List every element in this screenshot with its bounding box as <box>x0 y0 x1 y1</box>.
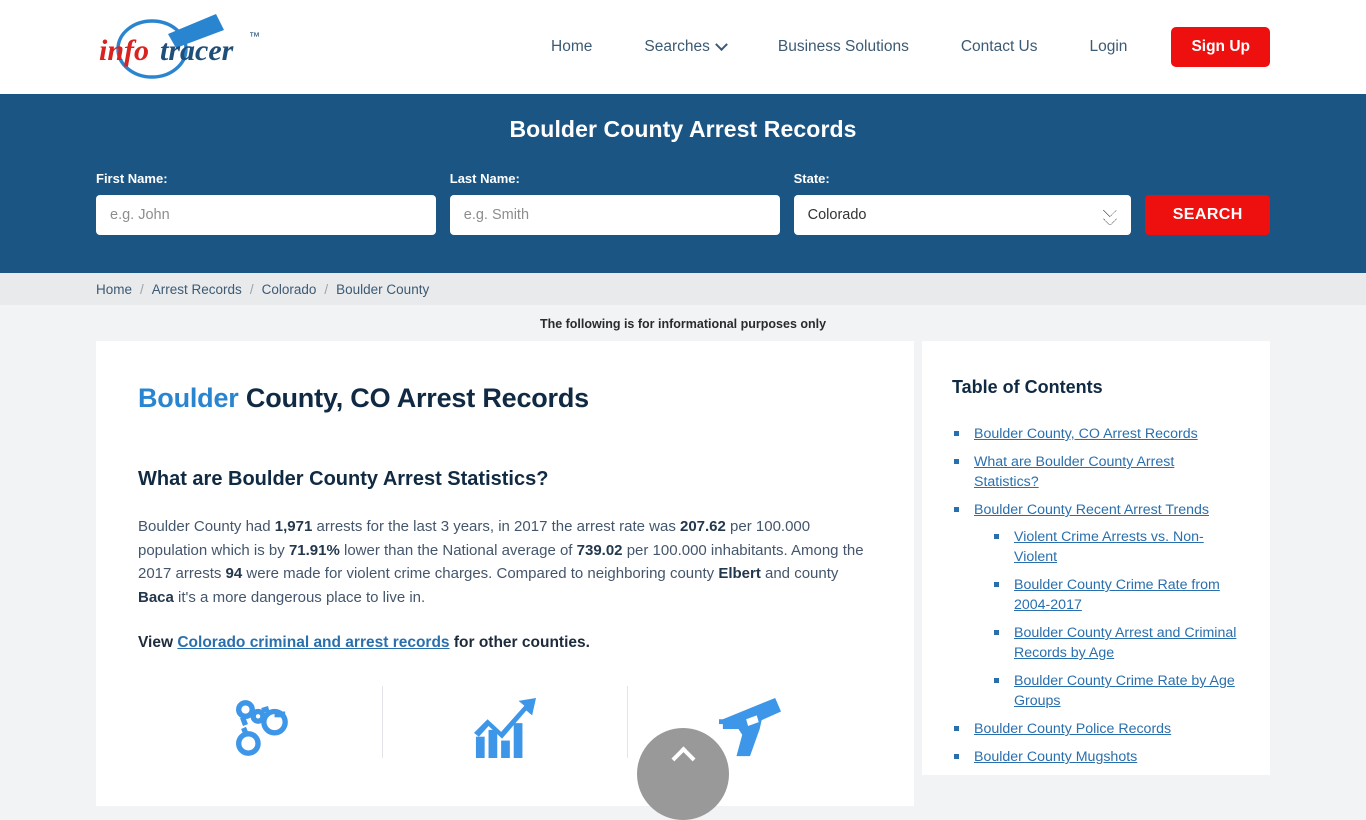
nav-item-label: Searches <box>644 38 710 55</box>
toc-subitem: Boulder County Crime Rate from 2004-2017 <box>992 575 1240 615</box>
toc-link-crime-rate-2004-2017[interactable]: Boulder County Crime Rate from 2004-2017 <box>1014 577 1220 613</box>
stat-arrest-rate: 207.62 <box>679 518 726 535</box>
content-title: Boulder County, CO Arrest Records <box>138 383 872 414</box>
toc-item: What are Boulder County Arrest Statistic… <box>952 452 1240 492</box>
toc-link-mugshots[interactable]: Boulder County Mugshots <box>974 749 1137 765</box>
nav-item-label: Home <box>551 38 593 55</box>
table-of-contents-card: Table of Contents Boulder County, CO Arr… <box>922 341 1270 775</box>
nav-item-searches[interactable]: Searches <box>618 37 751 56</box>
state-field-group: State: AlabamaAlaskaArizonaArkansasCalif… <box>793 171 1132 235</box>
toc-link-violent-vs-nonviolent[interactable]: Violent Crime Arrests vs. Non-Violent <box>1014 529 1204 565</box>
svg-text:™: ™ <box>249 31 260 43</box>
main-navigation: Home Searches Business Solutions Contact… <box>525 27 1270 67</box>
nav-item-business-solutions[interactable]: Business Solutions <box>752 38 935 56</box>
nav-item-label: Business Solutions <box>777 38 909 55</box>
view-other-counties-line: View Colorado criminal and arrest record… <box>138 634 872 652</box>
para-text: Boulder County had <box>138 518 275 535</box>
growth-chart-icon <box>474 697 536 758</box>
para-text: were made for violent crime charges. Com… <box>242 565 719 582</box>
breadcrumb: Home / Arrest Records / Colorado / Bould… <box>0 273 1366 305</box>
para-text: arrests for the last 3 years, in 2017 th… <box>312 518 680 535</box>
scroll-to-top-button[interactable] <box>637 728 729 820</box>
stat-violent-count: 94 <box>225 565 243 582</box>
state-select[interactable]: AlabamaAlaskaArizonaArkansasCaliforniaCo… <box>793 195 1132 235</box>
page-title: Boulder County Arrest Records <box>509 116 857 142</box>
toc-item: Boulder County Police Records <box>952 719 1240 739</box>
neighbor-county-1: Elbert <box>718 565 761 582</box>
logo-svg: info tracer ™ <box>99 14 260 79</box>
nav-item-label: Contact Us <box>960 38 1038 55</box>
stat-national-average: 739.02 <box>576 541 623 559</box>
colorado-records-link[interactable]: Colorado criminal and arrest records <box>177 634 449 651</box>
icon-column-handcuffs <box>138 686 382 758</box>
search-form: First Name: Last Name: State: AlabamaAla… <box>96 171 1270 235</box>
toc-subitem: Boulder County Crime Rate by Age Groups <box>992 671 1240 711</box>
first-name-field-group: First Name: <box>96 171 436 235</box>
content-title-highlight: Boulder <box>138 383 239 413</box>
statistics-paragraph: Boulder County had 1,971 arrests for the… <box>138 515 872 609</box>
breadcrumb-separator: / <box>249 281 254 297</box>
toc-item: Boulder County, CO Arrest Records <box>952 424 1240 444</box>
stat-percent-lower: 71.91% <box>288 541 340 559</box>
state-label: State: <box>793 171 830 186</box>
chevron-up-icon <box>670 746 696 771</box>
search-button[interactable]: SEARCH <box>1145 195 1270 235</box>
neighbor-county-2: Baca <box>138 588 174 606</box>
site-header: info tracer ™ Home Searches Business Sol… <box>0 0 1366 94</box>
last-name-label: Last Name: <box>449 171 520 186</box>
first-name-input[interactable] <box>96 195 436 235</box>
chevron-down-icon <box>714 37 728 51</box>
last-name-field-group: Last Name: <box>449 171 780 235</box>
toc-link-police-records[interactable]: Boulder County Police Records <box>974 721 1171 737</box>
toc-link-arrest-statistics[interactable]: What are Boulder County Arrest Statistic… <box>974 454 1174 490</box>
toc-link-records-by-age[interactable]: Boulder County Arrest and Criminal Recor… <box>1014 625 1236 661</box>
toc-sublist: Violent Crime Arrests vs. Non-Violent Bo… <box>974 527 1240 711</box>
handgun-icon <box>719 697 781 757</box>
toc-item: Boulder County Mugshots <box>952 747 1240 767</box>
breadcrumb-item-current: Boulder County <box>336 281 430 297</box>
content-subheading: What are Boulder County Arrest Statistic… <box>138 468 549 490</box>
stat-icons-row <box>138 686 872 806</box>
handcuffs-icon <box>236 700 288 756</box>
para-text: lower than the National average of <box>339 541 577 559</box>
main-content-card: Boulder County, CO Arrest Records What a… <box>96 341 914 806</box>
toc-link-arrest-records[interactable]: Boulder County, CO Arrest Records <box>974 426 1198 442</box>
breadcrumb-item-colorado[interactable]: Colorado <box>262 282 317 297</box>
hero-search-section: Boulder County Arrest Records First Name… <box>0 94 1366 273</box>
view-prefix: View <box>138 634 178 651</box>
view-suffix: for other counties. <box>449 634 590 651</box>
nav-item-home[interactable]: Home <box>525 38 618 56</box>
infotracer-logo[interactable]: info tracer ™ <box>96 12 276 82</box>
content-title-rest: County, CO Arrest Records <box>238 383 589 413</box>
sign-up-button[interactable]: Sign Up <box>1171 27 1270 67</box>
breadcrumb-item-home[interactable]: Home <box>96 282 132 297</box>
para-text: it's a more dangerous place to live in. <box>173 588 426 606</box>
toc-title: Table of Contents <box>952 377 1103 397</box>
toc-subitem: Violent Crime Arrests vs. Non-Violent <box>992 527 1240 567</box>
breadcrumb-item-arrest-records[interactable]: Arrest Records <box>152 282 242 297</box>
toc-link-crime-rate-by-age-groups[interactable]: Boulder County Crime Rate by Age Groups <box>1014 673 1235 709</box>
para-text: and county <box>760 565 839 582</box>
last-name-input[interactable] <box>449 195 780 235</box>
breadcrumb-separator: / <box>324 281 329 297</box>
icon-column-growth-chart <box>382 686 627 758</box>
toc-link-recent-arrest-trends[interactable]: Boulder County Recent Arrest Trends <box>974 502 1209 518</box>
breadcrumb-separator: / <box>140 281 144 297</box>
first-name-label: First Name: <box>96 171 168 186</box>
informational-notice: The following is for informational purpo… <box>0 305 1366 341</box>
nav-item-contact-us[interactable]: Contact Us <box>935 38 1064 56</box>
toc-subitem: Boulder County Arrest and Criminal Recor… <box>992 623 1240 663</box>
nav-item-label: Login <box>1089 38 1128 55</box>
stat-arrest-count: 1,971 <box>274 518 313 535</box>
svg-text:info: info <box>99 34 149 67</box>
svg-text:tracer: tracer <box>160 34 234 67</box>
toc-item: Boulder County Recent Arrest Trends Viol… <box>952 500 1240 711</box>
toc-list: Boulder County, CO Arrest Records What a… <box>952 424 1240 767</box>
nav-item-login[interactable]: Login <box>1064 38 1154 56</box>
